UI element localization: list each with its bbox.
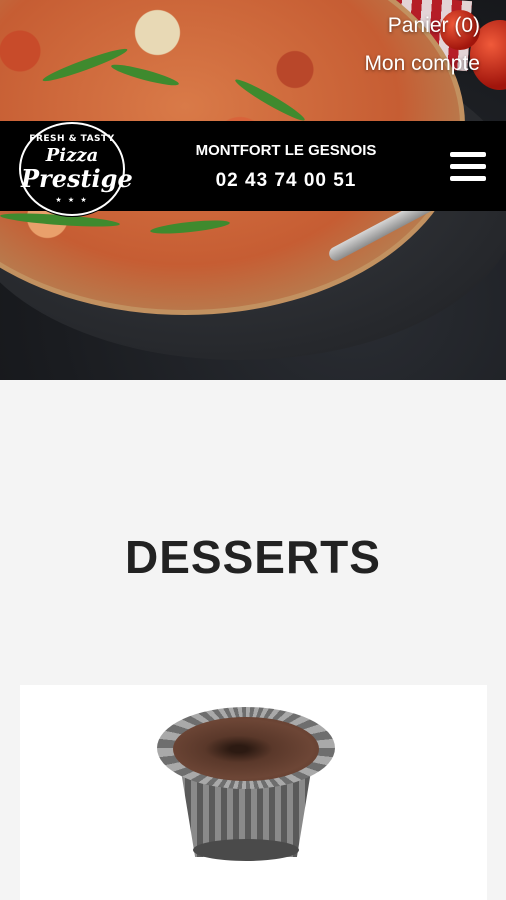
logo-stars: ★ ★ ★ <box>55 196 89 204</box>
cart-link[interactable]: Panier (0) <box>364 14 480 38</box>
store-phone[interactable]: 02 43 74 00 51 <box>186 170 386 192</box>
pizza-prestige-logo[interactable]: FRESH & TASTY Pizza Prestige ★ ★ ★ <box>19 122 133 216</box>
logo-line-prestige: Prestige <box>21 164 133 193</box>
hamburger-menu-icon[interactable] <box>450 152 486 182</box>
chocolate-lava-cake-photo <box>157 707 335 861</box>
page-title: DESSERTS <box>125 531 381 583</box>
logo-line-pizza: Pizza <box>45 145 99 166</box>
account-link[interactable]: Mon compte <box>364 52 480 76</box>
cake-top-image <box>173 717 319 781</box>
store-location: MONTFORT LE GESNOIS <box>195 142 377 159</box>
logo-tagline: FRESH & TASTY <box>29 134 115 144</box>
cake-cup-base-image <box>193 839 299 861</box>
top-links: Panier (0) Mon compte <box>364 14 480 90</box>
